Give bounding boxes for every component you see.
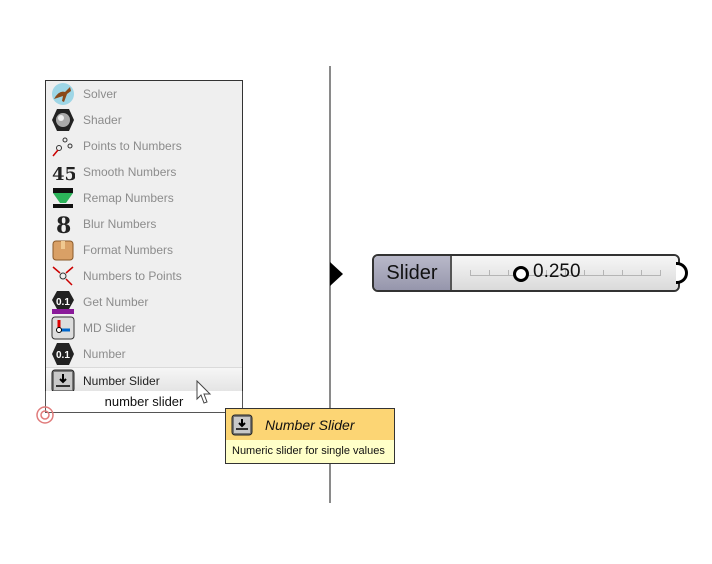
remap-numbers-icon	[51, 186, 75, 210]
blur-numbers-icon: 8	[51, 212, 75, 236]
search-result-item[interactable]: 45 Smooth Numbers	[46, 159, 242, 185]
search-result-item[interactable]: Remap Numbers	[46, 185, 242, 211]
search-result-label: Numbers to Points	[83, 269, 182, 283]
search-result-label: MD Slider	[83, 321, 136, 335]
target-icon	[36, 406, 54, 424]
number-slider-component[interactable]: Slider 0.250	[372, 254, 680, 292]
search-result-label: Solver	[83, 87, 118, 101]
slider-tick	[603, 270, 604, 276]
search-result-label: Smooth Numbers	[83, 165, 177, 179]
slider-name-label[interactable]: Slider	[374, 256, 452, 290]
slider-tick	[660, 270, 661, 276]
svg-text:0.1: 0.1	[56, 350, 70, 361]
svg-text:8: 8	[56, 213, 71, 236]
points-to-numbers-icon	[51, 134, 75, 158]
slider-track-area[interactable]: 0.250	[452, 256, 678, 290]
search-result-item[interactable]: Solver	[46, 81, 242, 107]
mouse-cursor-icon	[196, 380, 212, 404]
search-result-item[interactable]: Format Numbers	[46, 237, 242, 263]
number-slider-icon	[51, 369, 75, 393]
search-result-label: Format Numbers	[83, 243, 174, 257]
slider-tick	[641, 270, 642, 276]
md-slider-icon	[51, 316, 75, 340]
search-result-item[interactable]: Points to Numbers	[46, 133, 242, 159]
number-slider-icon	[231, 414, 253, 435]
slider-tick	[470, 270, 471, 276]
format-numbers-icon	[51, 238, 75, 262]
slider-value: 0.250	[533, 261, 581, 282]
search-result-item[interactable]: MD Slider	[46, 315, 242, 341]
search-result-label: Shader	[83, 113, 122, 127]
search-result-item[interactable]: Shader	[46, 107, 242, 133]
number-icon: 0.1	[51, 342, 75, 366]
slider-tick	[584, 270, 585, 276]
svg-text:0.1: 0.1	[56, 297, 70, 308]
get-number-icon: 0.1	[51, 290, 75, 314]
kangaroo-icon	[51, 82, 75, 106]
search-result-label: Points to Numbers	[83, 139, 182, 153]
svg-text:45: 45	[52, 164, 75, 184]
search-result-item[interactable]: 0.1 Get Number	[46, 289, 242, 315]
slider-tick	[622, 270, 623, 276]
slider-knob[interactable]	[512, 266, 529, 282]
tooltip-title: Number Slider	[265, 416, 355, 433]
slider-tick	[508, 270, 509, 276]
tooltip: Number Slider Numeric slider for single …	[225, 408, 395, 464]
search-result-label: Number Slider	[83, 374, 160, 388]
search-result-item[interactable]: Numbers to Points	[46, 263, 242, 289]
tooltip-description: Numeric slider for single values	[232, 445, 385, 457]
smooth-numbers-icon: 45	[51, 160, 75, 184]
search-result-item[interactable]: 0.1 Number	[46, 341, 242, 367]
component-search-popup: Solver Shader Points to Numbers 45 Smooth Nu…	[45, 80, 243, 394]
search-result-label: Remap Numbers	[83, 191, 174, 205]
slider-tick	[489, 270, 490, 276]
search-result-label: Get Number	[83, 295, 149, 309]
numbers-to-points-icon	[51, 264, 75, 288]
search-result-item[interactable]: 8 Blur Numbers	[46, 211, 242, 237]
tooltip-header: Number Slider	[226, 409, 394, 440]
input-arrow-icon	[330, 262, 343, 286]
output-grip[interactable]	[676, 262, 688, 284]
shader-sphere-icon	[51, 108, 75, 132]
search-result-label: Blur Numbers	[83, 217, 157, 231]
search-result-label: Number	[83, 347, 126, 361]
